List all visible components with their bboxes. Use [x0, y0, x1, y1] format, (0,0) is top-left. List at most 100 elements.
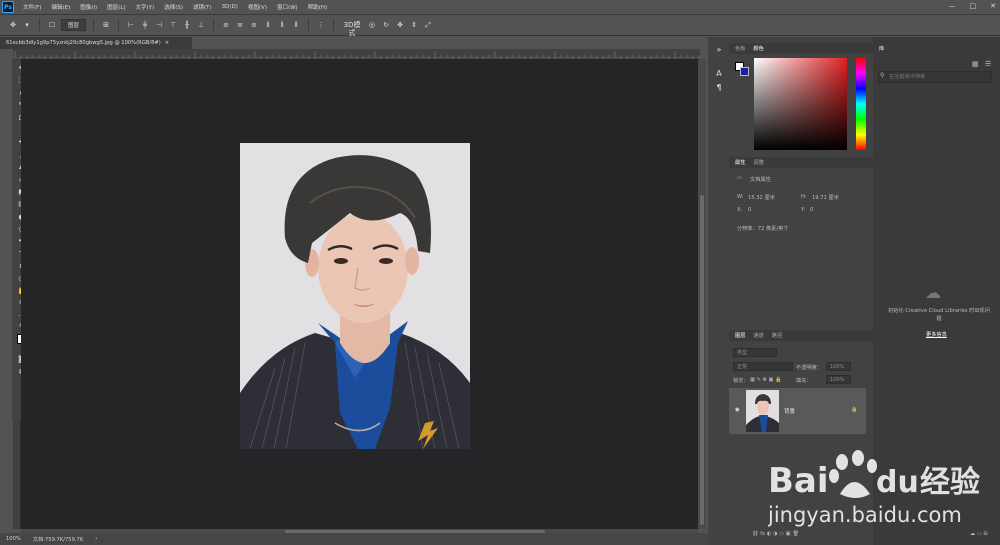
watermark-du: du	[876, 465, 919, 500]
document-icon: ▭	[737, 175, 742, 181]
layers-panel-tabs: 图层 通道 路径	[729, 330, 873, 341]
align-top-icon[interactable]: ⊤	[168, 21, 178, 29]
tab-libraries[interactable]: 库	[879, 45, 884, 52]
tab-color[interactable]: 颜色	[753, 45, 763, 52]
align-right-icon[interactable]: ⊣	[154, 21, 164, 29]
tab-swatches[interactable]: 色板	[735, 45, 745, 52]
baidu-watermark: Bai du 经验 jingyan.baidu.com	[767, 442, 996, 532]
menu-help[interactable]: 帮助(H)	[303, 3, 332, 11]
align-bottom-icon[interactable]: ⊥	[196, 21, 206, 29]
watermark-url: jingyan.baidu.com	[768, 503, 962, 527]
distribute-left-icon[interactable]: ⦀	[263, 21, 273, 29]
libraries-tabs: 库	[873, 43, 1000, 54]
x-value[interactable]: 0	[748, 207, 751, 213]
height-value[interactable]: 19.71 厘米	[812, 194, 839, 201]
zoom-level[interactable]: 100%	[6, 536, 21, 542]
doc-props-title: 文档属性	[750, 177, 771, 183]
photoshop-logo: Ps	[2, 1, 14, 13]
tab-channels[interactable]: 通道	[753, 332, 763, 339]
3d-scale-icon[interactable]: ⤢	[423, 21, 433, 29]
doc-size-info: 文档:759.7K/759.7K	[32, 536, 84, 543]
align-vcenter-icon[interactable]: ╫	[182, 21, 192, 29]
color-panel-tabs: 色板 颜色	[729, 43, 873, 54]
library-search-input[interactable]: 在当前库中搜索	[878, 71, 992, 83]
opacity-label: 不透明度：	[796, 365, 822, 371]
tab-properties[interactable]: 属性	[735, 159, 745, 166]
3d-orbit-icon[interactable]: ◎	[367, 21, 377, 29]
menu-edit[interactable]: 编辑(E)	[46, 3, 75, 11]
3d-roll-icon[interactable]: ↻	[381, 21, 391, 29]
auto-select-target-select[interactable]: 图层	[61, 19, 87, 31]
menu-type[interactable]: 文字(Y)	[131, 3, 160, 11]
menu-3d[interactable]: 3D(D)	[217, 4, 243, 10]
window-controls: — □ ✕	[949, 2, 997, 10]
fill-input[interactable]: 100%	[826, 375, 851, 384]
menu-window[interactable]: 窗口(W)	[272, 3, 303, 11]
layer-kind-filter[interactable]: 类型	[733, 348, 777, 357]
opacity-input[interactable]: 100%	[826, 362, 851, 371]
menu-view[interactable]: 视图(V)	[243, 3, 272, 11]
character-panel-icon[interactable]: A	[713, 69, 725, 78]
menu-filter[interactable]: 滤镜(T)	[188, 3, 217, 11]
vertical-scrollbar-thumb[interactable]	[700, 195, 704, 525]
collapse-icon[interactable]: »	[713, 45, 725, 54]
align-left-icon[interactable]: ⊢	[126, 21, 136, 29]
y-value[interactable]: 0	[810, 207, 813, 213]
menu-bar: Ps 文件(F) 编辑(E) 图像(I) 图层(L) 文字(Y) 选择(S) 滤…	[0, 0, 1000, 14]
auto-align-icon[interactable]: ⋮	[316, 21, 326, 29]
transform-controls-icon[interactable]: ⊞	[101, 21, 111, 29]
3d-pan-icon[interactable]: ✥	[395, 21, 405, 29]
y-label: Y:	[801, 207, 806, 213]
align-hcenter-icon[interactable]: ╪	[140, 21, 150, 29]
status-bar: 100% 文档:759.7K/759.7K ›	[0, 533, 708, 545]
distribute-vcenter-icon[interactable]: ≡	[235, 21, 245, 29]
background-color-swatch[interactable]	[740, 67, 749, 76]
libraries-error-text: 初始化 Creative Cloud Libraries 时出现问题	[888, 308, 990, 322]
portrait-photo	[240, 143, 470, 449]
ruler-ticks	[13, 51, 700, 59]
eye-icon[interactable]: ◉	[735, 407, 740, 413]
layer-name[interactable]: 背景	[784, 407, 795, 415]
distribute-top-icon[interactable]: ≡	[221, 21, 231, 29]
blend-mode-select[interactable]: 正常	[733, 362, 793, 371]
menu-image[interactable]: 图像(I)	[75, 3, 102, 11]
grid-view-icon[interactable]: ▦	[972, 60, 979, 68]
lock-label: 锁定：	[733, 378, 749, 384]
color-picker-field[interactable]	[754, 58, 847, 150]
document-image[interactable]	[240, 143, 470, 449]
status-arrow-icon[interactable]: ›	[95, 536, 97, 542]
width-label: W:	[737, 194, 744, 200]
menu-file[interactable]: 文件(F)	[18, 3, 46, 11]
document-tab[interactable]: 61ecbb3dly1g9p75yznkj20c80gbwg5.jpg @ 10…	[0, 37, 192, 49]
maximize-button[interactable]: □	[970, 2, 977, 10]
width-value[interactable]: 15.32 厘米	[748, 194, 775, 201]
list-view-icon[interactable]: ☰	[985, 60, 991, 68]
close-tab-icon[interactable]: ×	[165, 40, 169, 46]
separator	[93, 19, 95, 31]
menu-layer[interactable]: 图层(L)	[102, 3, 130, 11]
lock-icons[interactable]: ▦ ✎ ✥ ▣ 🔒	[750, 377, 782, 383]
tab-paths[interactable]: 路径	[772, 332, 782, 339]
more-info-link[interactable]: 更多信息	[926, 331, 947, 338]
hue-slider[interactable]	[856, 58, 866, 150]
options-bar: ✥ ▾ ☐ 图层 ⊞ ⊢ ╪ ⊣ ⊤ ╫ ⊥ ≡ ≡ ≡ ⦀ ⦀ ⦀ ⋮ 3D模…	[0, 14, 1000, 37]
distribute-hcenter-icon[interactable]: ⦀	[277, 21, 287, 29]
lock-icon: 🔒	[851, 407, 858, 413]
close-button[interactable]: ✕	[990, 2, 996, 10]
separator	[308, 19, 310, 31]
tab-adjustments[interactable]: 调整	[753, 159, 763, 166]
dropdown-arrow-icon[interactable]: ▾	[22, 21, 32, 29]
document-tab-title: 61ecbb3dly1g9p75yznkj20c80gbwg5.jpg @ 10…	[6, 40, 161, 46]
menu-select[interactable]: 选择(S)	[159, 3, 188, 11]
distribute-right-icon[interactable]: ⦀	[291, 21, 301, 29]
3d-slide-icon[interactable]: ⇕	[409, 21, 419, 29]
minimize-button[interactable]: —	[949, 2, 956, 10]
paragraph-panel-icon[interactable]: ¶	[713, 83, 725, 92]
distribute-bottom-icon[interactable]: ≡	[249, 21, 259, 29]
watermark-jingyan: 经验	[920, 465, 980, 500]
tab-layers[interactable]: 图层	[735, 332, 745, 339]
ruler-horizontal[interactable]	[13, 49, 700, 59]
auto-select-checkbox[interactable]: ☐	[47, 21, 57, 29]
move-tool-icon[interactable]: ✥	[8, 21, 18, 29]
layer-thumbnail-image	[746, 390, 779, 432]
